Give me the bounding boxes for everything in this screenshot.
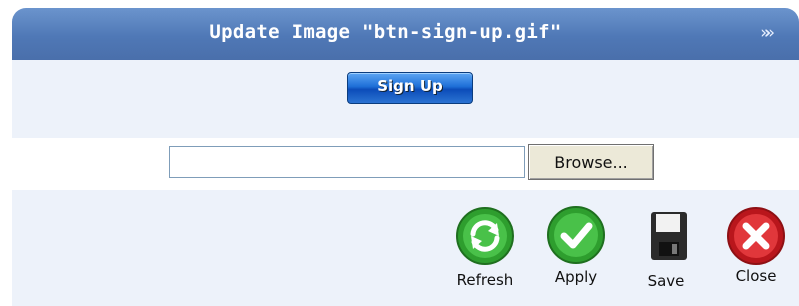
sign-up-button-preview: Sign Up [347, 72, 473, 104]
top-sliver [0, 0, 799, 8]
close-button[interactable]: Close [716, 206, 796, 306]
save-label: Save [647, 272, 685, 290]
refresh-button[interactable]: Refresh [445, 206, 525, 306]
refresh-icon [456, 207, 514, 265]
file-path-input[interactable] [169, 146, 525, 178]
close-label: Close [735, 267, 777, 285]
save-button[interactable]: Save [626, 206, 706, 306]
dialog-header: Update Image "btn-sign-up.gif" »» [12, 8, 799, 60]
check-icon [547, 206, 605, 264]
close-x-icon [727, 207, 785, 265]
sign-up-button-label: Sign Up [377, 77, 443, 95]
apply-button[interactable]: Apply [536, 205, 616, 305]
apply-label: Apply [554, 268, 598, 286]
refresh-label: Refresh [456, 271, 514, 289]
floppy-disk-icon [651, 212, 687, 260]
browse-button[interactable]: Browse... [528, 144, 654, 180]
dialog-title: Update Image "btn-sign-up.gif" [209, 21, 562, 43]
chevron-right-icon[interactable]: »» [760, 23, 775, 43]
